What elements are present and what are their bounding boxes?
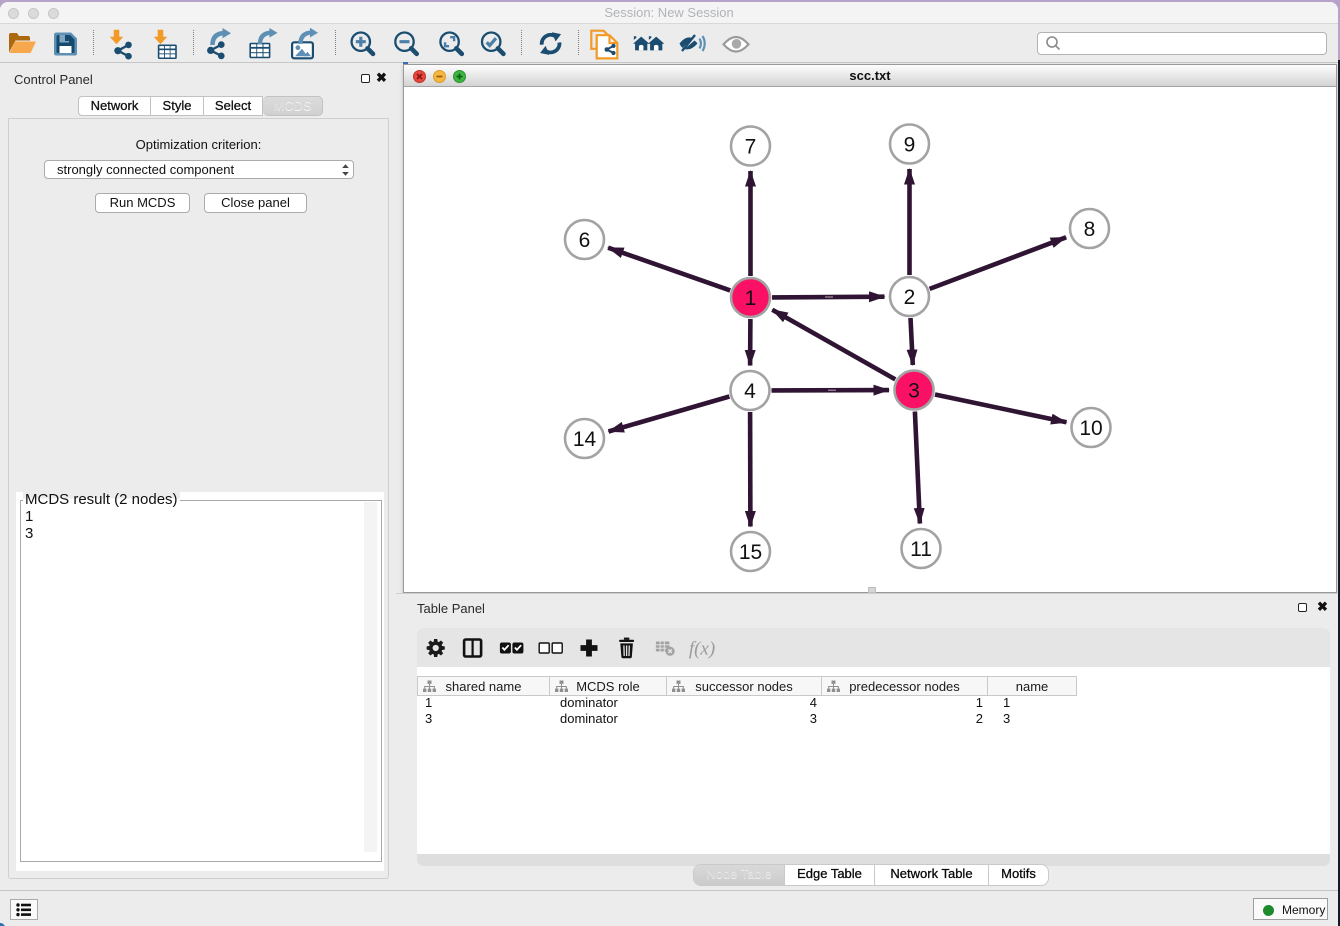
svg-text:10: 10 [1079,417,1102,440]
svg-text:3: 3 [908,380,920,403]
svg-text:7: 7 [745,136,757,159]
svg-text:14: 14 [573,428,597,451]
svg-text:11: 11 [910,538,932,561]
svg-text:8: 8 [1084,218,1096,241]
svg-text:6: 6 [579,229,591,252]
svg-text:1: 1 [745,287,757,310]
svg-text:f(x): f(x) [689,639,715,660]
svg-text:15: 15 [739,541,762,564]
svg-text:9: 9 [904,134,916,157]
svg-text:2: 2 [904,286,916,309]
svg-text:4: 4 [744,380,756,403]
